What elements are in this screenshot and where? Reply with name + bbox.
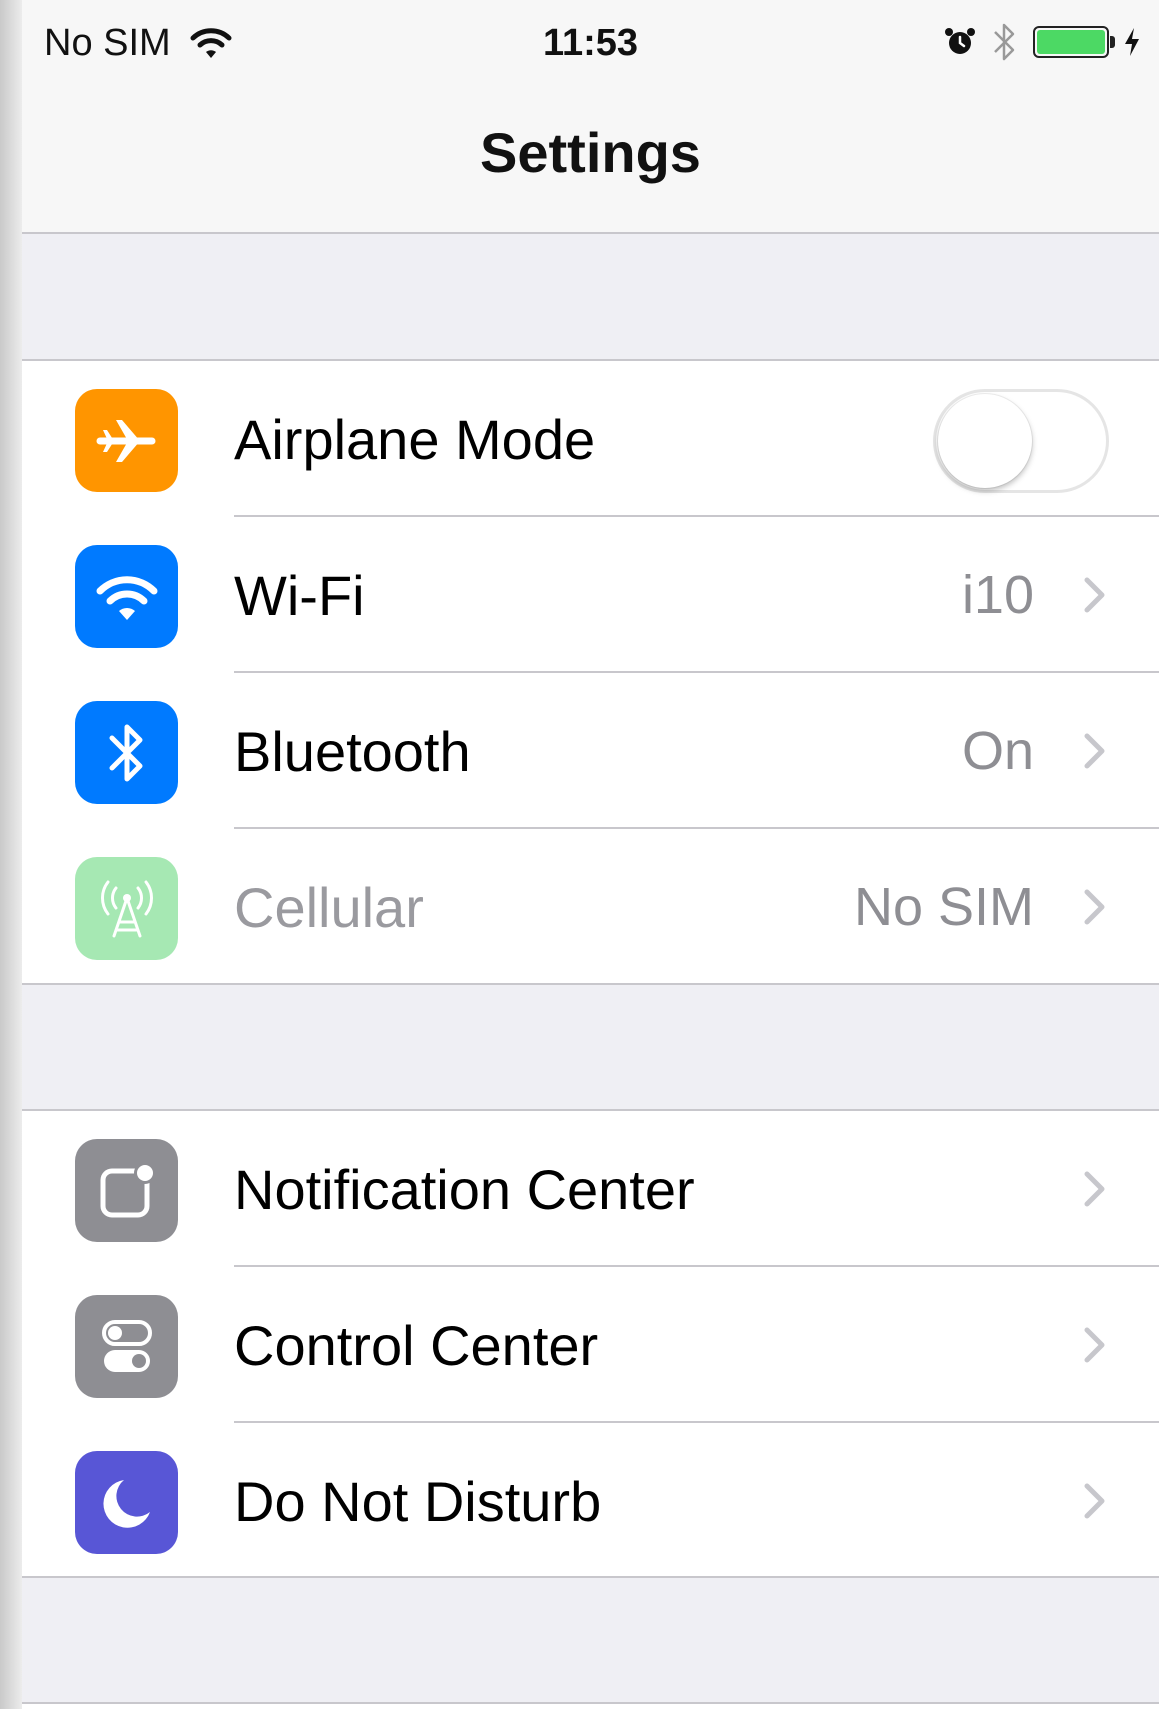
- row-do-not-disturb[interactable]: Do Not Disturb: [22, 1423, 1159, 1579]
- row-control-center[interactable]: Control Center: [22, 1267, 1159, 1423]
- wifi-network-value: i10: [961, 565, 1034, 625]
- row-notification-center[interactable]: Notification Center: [22, 1111, 1159, 1267]
- settings-group-connectivity: Airplane Mode Wi-Fi i10 Bluetooth On Cel…: [22, 359, 1159, 985]
- control-center-icon: [75, 1295, 178, 1398]
- chevron-right-icon: [1084, 889, 1105, 925]
- row-label: Cellular: [234, 875, 424, 939]
- battery-fill: [1037, 30, 1105, 54]
- row-label: Notification Center: [234, 1157, 695, 1221]
- settings-screen: No SIM 11:53 Settings Airplane Mode Wi-F…: [22, 0, 1159, 1709]
- airplane-icon: [75, 389, 178, 492]
- bluetooth-icon: [75, 701, 178, 804]
- charging-icon: [1125, 28, 1139, 56]
- airplane-mode-toggle[interactable]: [933, 389, 1109, 493]
- status-right-icons: [943, 20, 1141, 64]
- cellular-status-value: No SIM: [853, 877, 1034, 937]
- settings-group-next: [22, 1702, 1159, 1709]
- row-label: Bluetooth: [234, 719, 471, 783]
- navigation-bar: Settings: [22, 90, 1159, 234]
- row-label: Wi-Fi: [234, 563, 365, 627]
- toggle-knob: [938, 394, 1032, 488]
- chevron-right-icon: [1084, 1171, 1105, 1207]
- wifi-icon: [75, 545, 178, 648]
- row-cellular[interactable]: Cellular No SIM: [22, 829, 1159, 985]
- moon-icon: [75, 1451, 178, 1554]
- alarm-icon: [945, 28, 975, 54]
- battery-icon: [1033, 26, 1115, 58]
- row-airplane-mode[interactable]: Airplane Mode: [22, 361, 1159, 517]
- row-bluetooth[interactable]: Bluetooth On: [22, 673, 1159, 829]
- bluetooth-status-value: On: [961, 721, 1034, 781]
- bluetooth-icon: [994, 23, 1015, 61]
- row-label: Do Not Disturb: [234, 1469, 602, 1533]
- row-wifi[interactable]: Wi-Fi i10: [22, 517, 1159, 673]
- chevron-right-icon: [1084, 733, 1105, 769]
- cellular-icon: [75, 857, 178, 960]
- row-label: Airplane Mode: [234, 407, 596, 471]
- chevron-right-icon: [1084, 1483, 1105, 1519]
- settings-group-notifications: Notification Center Control Center Do No…: [22, 1109, 1159, 1578]
- notification-center-icon: [75, 1139, 178, 1242]
- row-label: Control Center: [234, 1313, 599, 1377]
- battery-tip: [1110, 36, 1115, 48]
- status-bar: No SIM 11:53: [22, 0, 1159, 90]
- page-title: Settings: [480, 121, 701, 184]
- chevron-right-icon: [1084, 1327, 1105, 1363]
- chevron-right-icon: [1084, 577, 1105, 613]
